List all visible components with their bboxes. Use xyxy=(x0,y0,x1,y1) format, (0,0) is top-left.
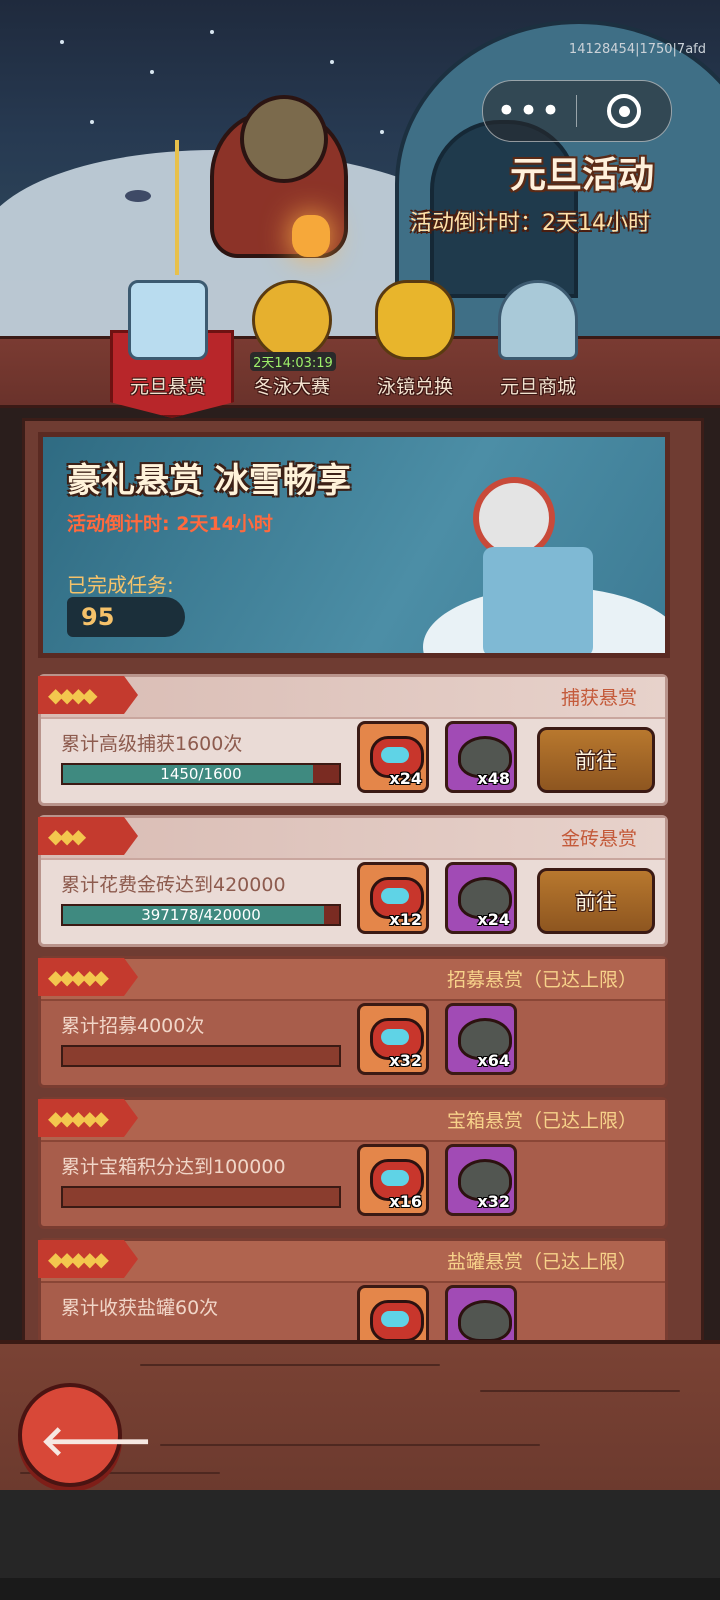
task-description: 累计高级捕获1600次 xyxy=(61,733,243,755)
reward-quantity: x64 xyxy=(477,1051,510,1070)
completed-tasks-count: 95 xyxy=(67,597,185,637)
snowflake xyxy=(380,130,384,134)
progress-bar: 397178/420000 xyxy=(61,904,341,926)
golden-fish-trophy-icon xyxy=(252,280,332,360)
completed-tasks-label: 已完成任务: xyxy=(67,573,174,597)
star-rating: ◆◆◆ xyxy=(38,817,138,855)
task-category: 金砖悬赏 xyxy=(560,828,637,850)
reward-quantity: x24 xyxy=(477,910,510,929)
more-menu-button[interactable]: ••• xyxy=(483,81,576,141)
fisher-head-art xyxy=(240,95,328,183)
reward-goggles[interactable]: x16 xyxy=(357,1144,429,1216)
banner-title: 豪礼悬赏 冰雪畅享 xyxy=(67,461,351,501)
snowflake xyxy=(60,40,64,44)
task-category: 捕获悬赏 xyxy=(560,687,637,709)
tab-label: 元旦商城 xyxy=(499,376,576,398)
event-title: 元旦活动 xyxy=(509,155,654,196)
progress-text: 1450/1600 xyxy=(160,765,242,783)
bounty-banner: 豪礼悬赏 冰雪畅享 活动倒计时: 2天14小时 已完成任务: 95 xyxy=(38,432,670,658)
reward-pot[interactable]: x32 xyxy=(445,1144,517,1216)
swim-goggles-icon xyxy=(375,280,455,360)
pot-icon xyxy=(458,1300,512,1342)
system-nav-bar xyxy=(0,1578,720,1600)
banner-countdown: 活动倒计时: 2天14小时 xyxy=(67,513,273,535)
star-rating: ◆◆◆◆◆ xyxy=(38,1099,138,1137)
task-card: ◆◆◆◆ 捕获悬赏 累计高级捕获1600次 1450/1600 x24 x48 … xyxy=(38,674,668,806)
back-button[interactable]: 🡐 xyxy=(18,1383,153,1487)
tab-bounty[interactable]: 元旦悬赏 xyxy=(108,280,228,400)
reward-pot[interactable]: x24 xyxy=(445,862,517,934)
tab-timer: 2天14:03:19 xyxy=(250,352,336,371)
go-button[interactable]: 前往 xyxy=(537,868,655,934)
tab-winter-swim[interactable]: 冬泳大赛 xyxy=(232,280,352,400)
back-arrow-icon: 🡐 xyxy=(40,1416,153,1465)
task-category: 盐罐悬赏（已达上限） xyxy=(446,1251,637,1273)
star-rating: ◆◆◆◆◆ xyxy=(38,958,138,996)
progress-bar xyxy=(61,1045,341,1067)
target-circle-icon xyxy=(607,94,641,128)
reward-pot[interactable]: x64 xyxy=(445,1003,517,1075)
progress-text: 397178/420000 xyxy=(141,906,261,924)
reward-quantity: x16 xyxy=(389,1192,422,1211)
reward-goggles[interactable]: x24 xyxy=(357,721,429,793)
task-card: ◆◆◆ 金砖悬赏 累计花费金砖达到420000 397178/420000 x1… xyxy=(38,815,668,947)
star-rating: ◆◆◆◆ xyxy=(38,676,138,714)
close-mini-program-button[interactable] xyxy=(577,81,671,141)
task-category: 宝箱悬赏（已达上限） xyxy=(446,1110,637,1132)
reward-quantity: x32 xyxy=(477,1192,510,1211)
goggles-icon xyxy=(370,1300,424,1342)
snowflake xyxy=(90,120,94,124)
reward-quantity: x32 xyxy=(389,1051,422,1070)
task-category: 招募悬赏（已达上限） xyxy=(446,969,637,991)
task-description: 累计招募4000次 xyxy=(61,1015,205,1037)
lantern-art xyxy=(292,215,330,257)
star-rating: ◆◆◆◆◆ xyxy=(38,1240,138,1278)
progress-bar xyxy=(61,1186,341,1208)
tab-new-year-shop[interactable]: 元旦商城 xyxy=(478,280,598,400)
task-card: ◆◆◆◆◆ 招募悬赏（已达上限） 累计招募4000次 x32 x64 xyxy=(38,956,668,1088)
igloo-shop-icon xyxy=(498,280,578,360)
tab-label: 泳镜兑换 xyxy=(376,376,453,398)
tab-label: 元旦悬赏 xyxy=(129,376,206,398)
more-dots-icon: ••• xyxy=(496,91,563,131)
debug-id-label: 14128454|1750|7afd xyxy=(568,42,706,57)
reward-quantity: x24 xyxy=(389,769,422,788)
fish-art xyxy=(125,190,151,202)
reward-goggles[interactable]: x12 xyxy=(357,862,429,934)
tab-label: 冬泳大赛 xyxy=(253,376,330,398)
snowflake xyxy=(150,70,154,74)
ice-cube-icon xyxy=(128,280,208,360)
task-description: 累计花费金砖达到420000 xyxy=(61,874,286,896)
tab-goggles-exchange[interactable]: 泳镜兑换 xyxy=(355,280,475,400)
reward-quantity: x48 xyxy=(477,769,510,788)
mini-program-capsule: ••• xyxy=(482,80,672,142)
event-countdown: 活动倒计时：2天14小时 xyxy=(410,211,650,236)
reward-quantity: x12 xyxy=(389,910,422,929)
progress-bar: 1450/1600 xyxy=(61,763,341,785)
task-card: ◆◆◆◆◆ 宝箱悬赏（已达上限） 累计宝箱积分达到100000 x16 x32 xyxy=(38,1097,668,1229)
task-description: 累计收获盐罐60次 xyxy=(61,1297,219,1319)
snowflake xyxy=(330,60,334,64)
task-description: 累计宝箱积分达到100000 xyxy=(61,1156,286,1178)
ice-block-art xyxy=(483,547,593,653)
reward-goggles[interactable]: x32 xyxy=(357,1003,429,1075)
fishing-rod-art xyxy=(175,140,179,275)
snowflake xyxy=(210,30,214,34)
reward-pot[interactable]: x48 xyxy=(445,721,517,793)
go-button[interactable]: 前往 xyxy=(537,727,655,793)
